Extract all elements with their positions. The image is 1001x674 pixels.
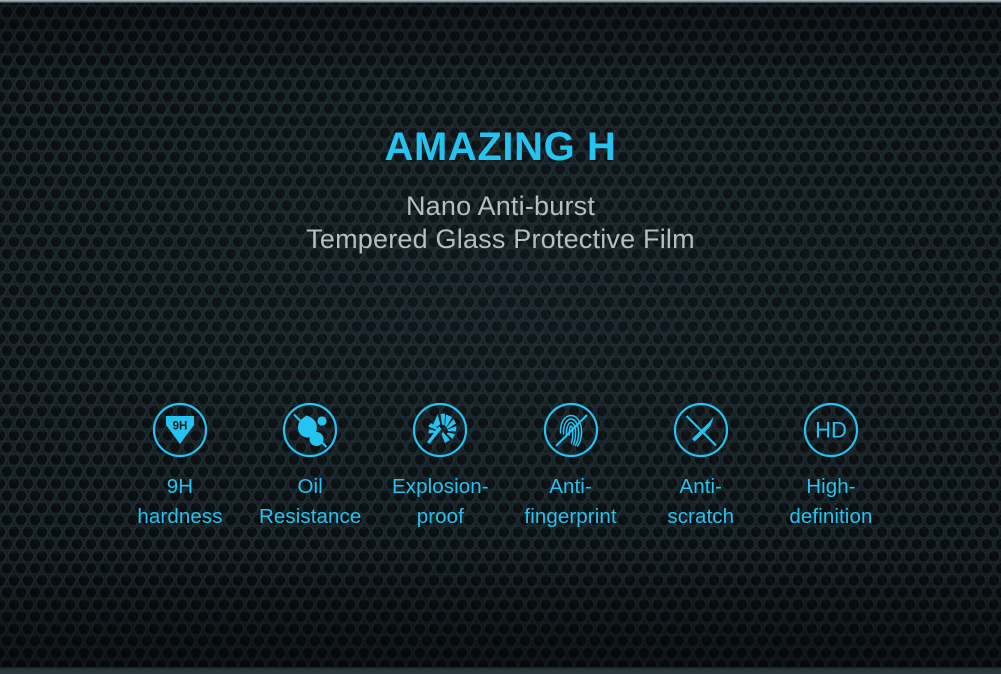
headline-block: AMAZING H [0,126,1001,168]
top-edge-highlight [0,0,1001,3]
diamond-9h-icon: 9H [152,402,208,458]
svg-text:HD: HD [815,418,847,443]
feature-label: Anti- fingerprint [524,475,617,528]
blade-no-scratch-icon [673,402,728,458]
bottom-edge-band [0,667,1001,674]
feature-label: Explosion- proof [392,475,489,528]
subtitle-block: Nano Anti-burst Tempered Glass Protectiv… [0,190,1001,256]
hd-badge-icon: HD [803,402,859,458]
feature-item-high-definition: HD High- definition [769,402,893,531]
feature-item-9h-hardness: 9H 9H hardness [118,402,242,531]
fingerprint-no-icon [543,402,598,458]
subtitle-line-2: Tempered Glass Protective Film [306,223,695,254]
feature-item-anti-fingerprint: Anti- fingerprint [509,402,633,531]
product-feature-banner: AMAZING H Nano Anti-burst Tempered Glass… [0,0,1001,674]
svg-text:9H: 9H [173,421,188,433]
feature-item-oil-resistance: Oil Resistance [248,402,372,531]
shattered-glass-icon [413,402,468,458]
feature-item-explosion-proof: Explosion- proof [378,402,502,531]
feature-label: 9H hardness [137,475,223,528]
feature-item-anti-scratch: Anti- scratch [639,402,763,531]
page-title: AMAZING H [384,125,617,169]
feature-label: High- definition [789,475,873,528]
feature-label: Anti- scratch [667,475,735,528]
feature-list: 9H 9H hardness Oil Resistance Explosion-… [118,402,893,531]
oil-droplet-no-icon [283,402,338,458]
feature-label: Oil Resistance [258,475,362,528]
honeycomb-grid-overlay [0,0,1001,674]
subtitle-line-1: Nano Anti-burst [405,191,596,221]
